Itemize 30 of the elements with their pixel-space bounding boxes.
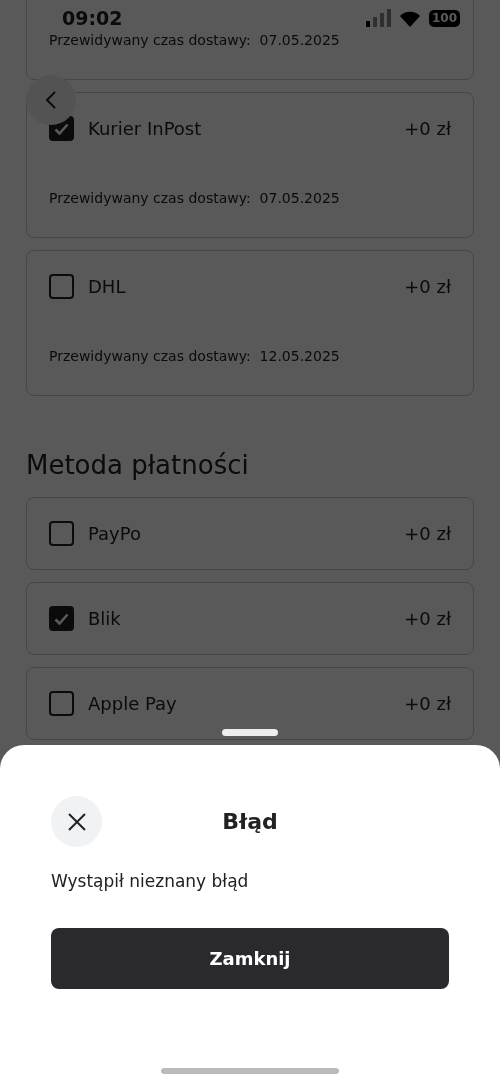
battery-icon: 100	[428, 9, 460, 27]
status-time: 09:02	[62, 6, 123, 31]
error-message: Wystąpił nieznany błąd	[51, 870, 250, 893]
delivery-estimate: Przewidywany czas dostawy: 07.05.2025	[49, 31, 340, 50]
back-button[interactable]	[26, 75, 76, 125]
option-name: PayPo	[88, 522, 141, 546]
drag-handle[interactable]	[222, 729, 278, 736]
option-price: +0 zł	[404, 692, 451, 716]
chevron-left-icon	[45, 90, 57, 110]
option-price: +0 zł	[404, 275, 451, 299]
delivery-estimate: Przewidywany czas dostawy: 07.05.2025	[49, 189, 340, 208]
checkbox[interactable]	[49, 274, 74, 299]
close-dialog-button[interactable]: Zamknij	[51, 927, 449, 989]
option-name: Blik	[88, 607, 121, 631]
check-icon	[54, 122, 69, 135]
option-price: +0 zł	[404, 522, 451, 546]
check-icon	[54, 612, 69, 625]
close-icon	[66, 811, 87, 832]
close-button[interactable]	[51, 796, 102, 847]
option-name: Kurier InPost	[88, 117, 202, 141]
checkbox[interactable]	[49, 691, 74, 716]
option-name: DHL	[88, 275, 126, 299]
delivery-estimate: Przewidywany czas dostawy: 12.05.2025	[49, 347, 340, 366]
option-price: +0 zł	[404, 607, 451, 631]
checkbox[interactable]	[49, 606, 74, 631]
option-name: Apple Pay	[88, 692, 177, 716]
checkbox[interactable]	[49, 521, 74, 546]
section-heading: Metoda płatności	[26, 449, 250, 482]
dialog-title: Błąd	[221, 808, 279, 836]
option-price: +0 zł	[404, 117, 451, 141]
